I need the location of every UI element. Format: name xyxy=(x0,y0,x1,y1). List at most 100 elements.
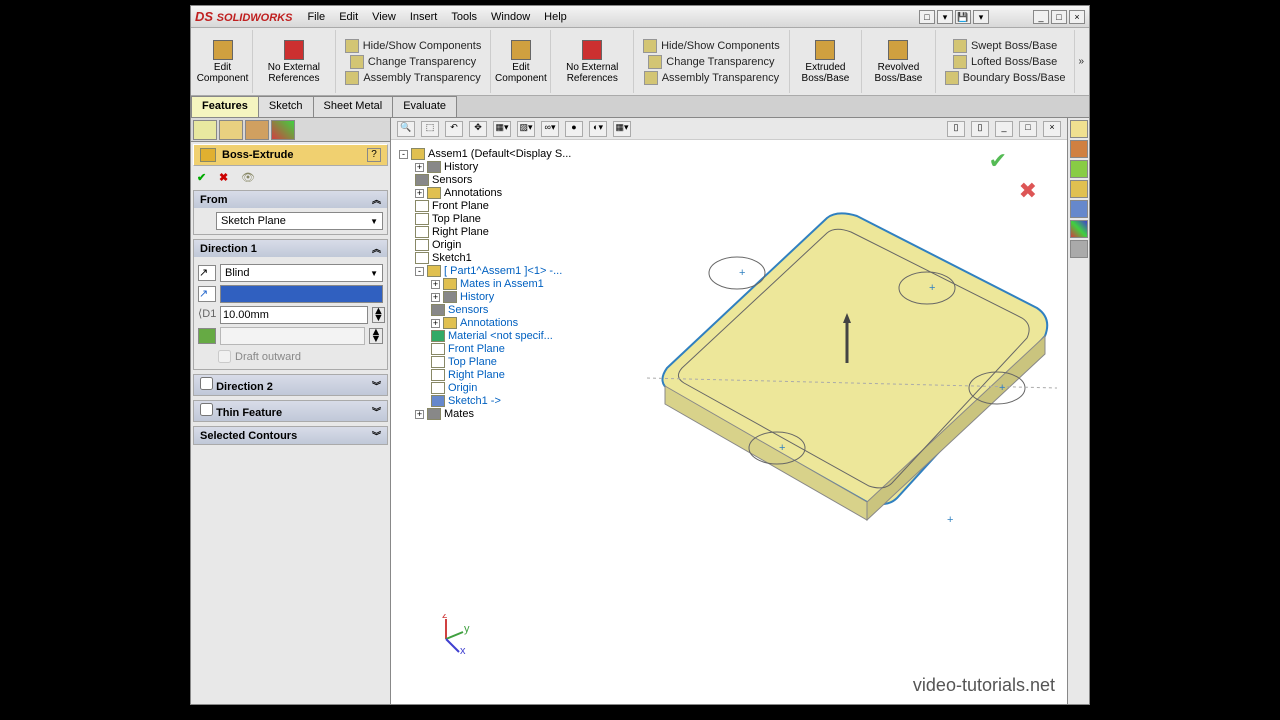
tree-item[interactable]: Right Plane xyxy=(432,226,489,238)
fm-tab-property-icon[interactable] xyxy=(219,120,243,140)
extruded-boss-icon[interactable] xyxy=(815,40,835,60)
tree-item[interactable]: Sensors xyxy=(448,304,488,316)
section-view-icon[interactable]: ✥ xyxy=(469,121,487,137)
model-preview[interactable]: + + + + + xyxy=(597,158,1057,558)
menu-view[interactable]: View xyxy=(372,11,396,23)
menu-window[interactable]: Window xyxy=(491,11,530,23)
direction-vector-icon[interactable]: ↗ xyxy=(198,286,216,302)
draft-input[interactable] xyxy=(220,327,365,345)
draft-outward-checkbox[interactable]: Draft outward xyxy=(198,348,383,365)
hide-show-components-button-2[interactable]: Hide/Show Components xyxy=(640,38,783,54)
quick-print-icon[interactable]: ▾ xyxy=(973,10,989,24)
reverse-direction-icon[interactable]: ↗ xyxy=(198,265,216,281)
menu-edit[interactable]: Edit xyxy=(339,11,358,23)
tree-root[interactable]: Assem1 (Default<Display S... xyxy=(428,148,571,160)
cancel-button[interactable]: ✖ xyxy=(219,171,235,185)
from-dropdown[interactable]: Sketch Plane▼ xyxy=(216,212,383,230)
tab-sketch[interactable]: Sketch xyxy=(258,96,314,117)
menu-file[interactable]: File xyxy=(307,11,325,23)
draft-spinner[interactable]: ▲▼ xyxy=(369,328,383,344)
doc-close-icon[interactable]: × xyxy=(1043,121,1061,137)
tree-item[interactable]: Mates xyxy=(444,408,474,420)
tree-item[interactable]: Annotations xyxy=(460,317,518,329)
apply-scene-icon[interactable]: ◐▾ xyxy=(589,121,607,137)
tree-item[interactable]: Material <not specif... xyxy=(448,330,553,342)
close-icon[interactable]: × xyxy=(1069,10,1085,24)
fm-tab-tree-icon[interactable] xyxy=(193,120,217,140)
tab-evaluate[interactable]: Evaluate xyxy=(392,96,457,117)
tab-features[interactable]: Features xyxy=(191,96,259,117)
window-tile-icon[interactable]: ▯ xyxy=(947,121,965,137)
tree-expand-icon[interactable]: + xyxy=(431,280,440,289)
tree-item[interactable]: History xyxy=(460,291,494,303)
flyout-feature-tree[interactable]: - Assem1 (Default<Display S... + History S… xyxy=(397,146,573,423)
revolved-boss-button[interactable]: Revolved Boss/Base xyxy=(868,62,929,84)
thin-feature-checkbox[interactable] xyxy=(200,403,213,416)
assembly-transparency-button[interactable]: Assembly Transparency xyxy=(342,70,483,86)
menu-insert[interactable]: Insert xyxy=(410,11,438,23)
section-direction1-header[interactable]: Direction 1︽ xyxy=(194,240,387,257)
edit-appearance-icon[interactable]: ● xyxy=(565,121,583,137)
edit-component-icon-2[interactable] xyxy=(511,40,531,60)
assembly-transparency-button-2[interactable]: Assembly Transparency xyxy=(641,70,782,86)
forum-tab-icon[interactable] xyxy=(1070,240,1088,258)
file-explorer-tab-icon[interactable] xyxy=(1070,160,1088,178)
depth-spinner[interactable]: ▲▼ xyxy=(372,307,385,323)
section-from-header[interactable]: From︽ xyxy=(194,191,387,208)
tree-item[interactable]: Mates in Assem1 xyxy=(460,278,544,290)
zoom-area-icon[interactable]: ⬚ xyxy=(421,121,439,137)
tree-collapse-icon[interactable]: - xyxy=(415,267,424,276)
quick-new-icon[interactable]: □ xyxy=(919,10,935,24)
ok-button[interactable]: ✔ xyxy=(197,171,213,185)
end-condition-dropdown[interactable]: Blind▼ xyxy=(220,264,383,282)
direction2-checkbox[interactable] xyxy=(200,377,213,390)
no-external-ref-icon[interactable] xyxy=(284,40,304,60)
direction-vector-input[interactable] xyxy=(220,285,383,303)
zoom-fit-icon[interactable]: 🔍 xyxy=(397,121,415,137)
tree-item[interactable]: Top Plane xyxy=(432,213,481,225)
menu-help[interactable]: Help xyxy=(544,11,567,23)
tree-item[interactable]: Origin xyxy=(448,382,477,394)
tree-expand-icon[interactable]: + xyxy=(415,163,424,172)
restore-icon[interactable]: □ xyxy=(1051,10,1067,24)
help-icon[interactable]: ? xyxy=(367,148,381,162)
menu-tools[interactable]: Tools xyxy=(451,11,477,23)
change-transparency-button[interactable]: Change Transparency xyxy=(347,54,479,70)
detailed-preview-icon[interactable]: 👁 xyxy=(241,171,257,185)
display-style-icon[interactable]: ▨▾ xyxy=(517,121,535,137)
appearances-tab-icon[interactable] xyxy=(1070,200,1088,218)
depth-input[interactable] xyxy=(220,306,368,324)
revolved-boss-icon[interactable] xyxy=(888,40,908,60)
reject-feature-icon[interactable]: ✖ xyxy=(1019,178,1037,204)
graphics-viewport[interactable]: 🔍 ⬚ ↶ ✥ ▦▾ ▨▾ ∞▾ ● ◐▾ ▦▾ ▯ ▯ _ □ × -Asse… xyxy=(391,118,1067,704)
custom-props-tab-icon[interactable] xyxy=(1070,220,1088,238)
section-thin-feature-header[interactable]: Thin Feature︾ xyxy=(194,401,387,421)
tree-item[interactable]: Front Plane xyxy=(448,343,505,355)
draft-icon[interactable] xyxy=(198,328,216,344)
resources-tab-icon[interactable] xyxy=(1070,120,1088,138)
minimize-icon[interactable]: _ xyxy=(1033,10,1049,24)
previous-view-icon[interactable]: ↶ xyxy=(445,121,463,137)
tree-item[interactable]: Front Plane xyxy=(432,200,489,212)
tree-item[interactable]: Top Plane xyxy=(448,356,497,368)
edit-component-button-2[interactable]: Edit Component xyxy=(495,62,547,84)
tree-expand-icon[interactable]: + xyxy=(431,293,440,302)
tree-part[interactable]: [ Part1^Assem1 ]<1> -... xyxy=(444,265,562,277)
no-external-ref-button[interactable]: No External References xyxy=(259,62,329,84)
change-transparency-button-2[interactable]: Change Transparency xyxy=(645,54,777,70)
tree-item[interactable]: History xyxy=(444,161,478,173)
design-library-tab-icon[interactable] xyxy=(1070,140,1088,158)
section-direction2-header[interactable]: Direction 2︾ xyxy=(194,375,387,395)
fm-tab-config-icon[interactable] xyxy=(245,120,269,140)
no-external-ref-icon-2[interactable] xyxy=(582,40,602,60)
extruded-boss-button[interactable]: Extruded Boss/Base xyxy=(796,62,855,84)
boundary-boss-button[interactable]: Boundary Boss/Base xyxy=(942,70,1069,86)
tree-item[interactable]: Sketch1 -> xyxy=(448,395,501,407)
lofted-boss-button[interactable]: Lofted Boss/Base xyxy=(950,54,1060,70)
tree-item[interactable]: Sensors xyxy=(432,174,472,186)
swept-boss-button[interactable]: Swept Boss/Base xyxy=(950,38,1060,54)
fm-tab-display-icon[interactable] xyxy=(271,120,295,140)
hide-show-items-icon[interactable]: ∞▾ xyxy=(541,121,559,137)
tree-expand-icon[interactable]: + xyxy=(415,189,424,198)
tree-item[interactable]: Origin xyxy=(432,239,461,251)
